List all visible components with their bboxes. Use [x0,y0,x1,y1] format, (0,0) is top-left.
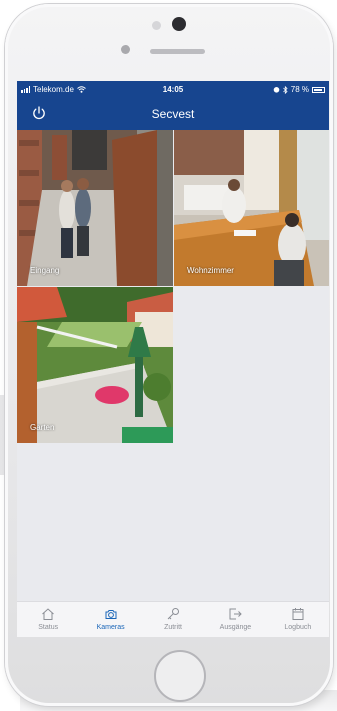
camera-tile-living-room[interactable]: Wohnzimmer [174,130,329,286]
camera-grid: Eingang Wohnzimmer Garten [17,130,329,443]
bluetooth-icon [282,85,288,94]
light-sensor [152,21,161,30]
tab-label-access: Zutritt [164,624,182,631]
home-button[interactable] [154,650,206,702]
app-screen: Telekom.de 14:05 78 % Secvest Eingang Wo… [17,81,329,637]
earpiece-speaker [150,49,205,54]
exit-icon [229,608,243,620]
tab-label-logbook: Logbuch [284,624,312,631]
tab-label-outputs: Ausgänge [219,624,252,631]
tab-status[interactable]: Status [17,602,79,637]
tab-cameras[interactable]: Kameras [79,602,141,637]
camera-image-living-room [174,130,329,286]
camera-image-entrance [17,130,173,286]
tab-label-status: Status [38,624,59,631]
home-icon [42,608,55,620]
alarm-clock-icon [273,87,280,93]
camera-icon [105,610,117,619]
key-icon [167,608,180,620]
tab-access[interactable]: Zutritt [142,602,204,637]
camera-tile-entrance[interactable]: Eingang [17,130,173,286]
front-camera [172,17,186,31]
calendar-icon [292,608,304,620]
battery-percent: 78 % [290,85,309,94]
camera-label-entrance: Eingang [30,266,60,275]
tab-logbook[interactable]: Logbuch [267,602,329,637]
nav-bar: Secvest [17,98,329,130]
camera-label-garden: Garten [30,423,55,432]
camera-label-living-room: Wohnzimmer [187,266,234,275]
battery-icon [312,86,325,93]
page-title: Secvest [151,107,195,121]
tab-label-cameras: Kameras [96,624,125,631]
status-bar: Telekom.de 14:05 78 % [17,81,329,98]
tab-outputs[interactable]: Ausgänge [204,602,266,637]
proximity-sensor [121,45,130,54]
camera-tile-garden[interactable]: Garten [17,287,173,443]
camera-image-garden [17,287,173,443]
tab-bar: Status Kameras Zutritt Ausgänge Logbuch [17,601,329,637]
